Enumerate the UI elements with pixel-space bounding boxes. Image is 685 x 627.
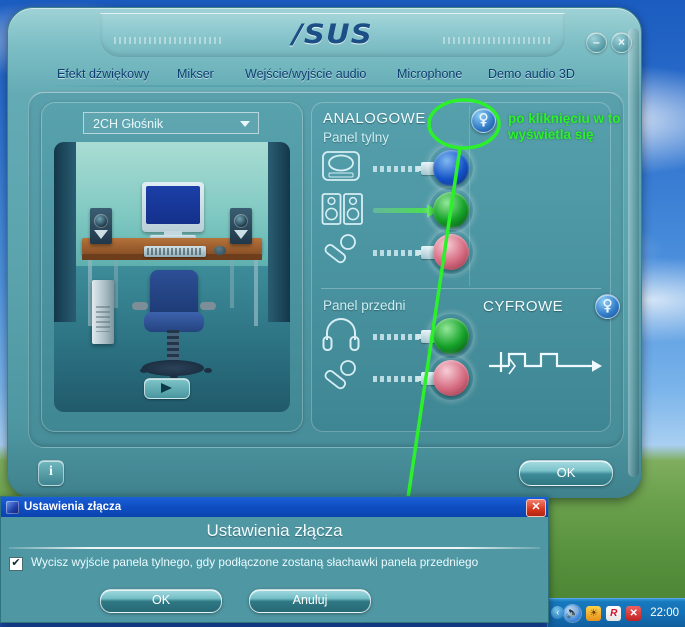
jack-row-mic-rear [321,234,471,276]
jack-ring [429,146,473,190]
speaker-sound-arrow [234,230,248,239]
monitor-icon [142,182,204,232]
chair-caster [204,368,212,373]
tab-mixer[interactable]: Mikser [168,63,223,85]
sun-icon[interactable]: ☀ [586,605,602,621]
dialog-heading: Ustawienia złącza [206,521,343,540]
content-frame: 2CH Głośnik ANALOGOWE Panel tylny Panel … [28,91,624,448]
avira-icon[interactable]: R [606,605,622,621]
jack-line-out-speakers[interactable] [433,192,469,228]
jack-row-line-in [321,150,471,192]
analog-section-title: ANALOGOWE [323,110,426,127]
jack-ring [429,356,473,400]
line-in-device-icon [321,150,365,186]
tab-demo-audio-3d[interactable]: Demo audio 3D [479,63,584,85]
chevron-down-icon [240,121,250,127]
minimize-button[interactable]: – [586,32,607,53]
wrench-icon [596,297,619,314]
speaker-config-value: 2CH Głośnik [93,117,164,131]
close-button[interactable]: × [611,32,632,53]
chair-caster [140,368,148,373]
speakers-icon [321,192,365,228]
title-plate: /SUS [100,13,565,57]
tab-audio-io[interactable]: Wejście/wyjście audio [236,63,375,85]
digital-waveform-icon [487,342,607,376]
asus-logo: /SUS [292,19,373,50]
dialog-ok-button[interactable]: OK [100,589,222,613]
front-panel-title: Panel przedni [323,298,406,313]
pane-horizontal-divider [321,288,601,289]
tab-bar: Efekt dźwiękowy Mikser Wejście/wyjście a… [8,63,641,87]
wrench-icon [472,111,495,128]
room-illustration [54,142,290,412]
cable-line-active [373,204,437,218]
speaker-sound-arrow [94,230,108,239]
jack-mic-in-front[interactable] [433,360,469,396]
system-tray: ‹ 🔊 ☀ R ✕ 22:00 [547,599,685,627]
connector-settings-dialog: Ustawienia złącza ✕ Ustawienia złącza ✔ … [0,496,549,623]
analog-connector-settings-button[interactable] [471,108,496,133]
window-titlebar: /SUS – × [8,8,641,60]
taskbar-clock[interactable]: 22:00 [646,607,679,619]
desk-leg-right-back [230,260,234,308]
chair-backrest [150,270,198,316]
dialog-titlebar-title: Ustawienia złącza [24,501,122,513]
room-left-wall [54,142,76,322]
jack-row-speakers [321,192,471,234]
speaker-left-icon [90,208,112,244]
room-right-wall [268,142,290,322]
speaker-cone [94,214,108,228]
speaker-cone [234,214,248,228]
application-icon [6,500,19,514]
speaker-config-dropdown[interactable]: 2CH Głośnik [83,112,259,134]
pc-tower-icon [92,280,114,344]
error-icon[interactable]: ✕ [626,605,642,621]
digital-section-title: CYFROWE [483,298,564,315]
chair-armrest-left [132,302,148,310]
desk-leg-left-back [114,260,118,308]
mute-rear-panel-label: Wycisz wyjście panela tylnego, gdy podłą… [31,555,479,569]
mouse-icon [214,246,226,255]
dialog-checkbox-row: ✔ Wycisz wyjście panela tylnego, gdy pod… [9,555,544,571]
volume-icon[interactable]: 🔊 [564,604,582,622]
dialog-heading-rule [9,547,540,549]
jack-headphone-out[interactable] [433,318,469,354]
jack-row-mic-front [321,360,471,402]
desk-leg-right [254,260,258,326]
keyboard-icon [144,246,206,257]
microphone-icon [321,360,365,396]
speaker-preview-pane: 2CH Głośnik [41,102,303,432]
dialog-cancel-button[interactable]: Anuluj [249,589,371,613]
jack-mic-in-rear[interactable] [433,234,469,270]
tab-underline [36,85,613,87]
speaker-right-icon [230,208,252,244]
mute-rear-panel-checkbox[interactable]: ✔ [9,557,23,571]
ok-button[interactable]: OK [519,460,613,486]
tab-microphone[interactable]: Microphone [388,63,471,85]
headphone-icon [321,318,365,354]
dialog-close-button[interactable]: ✕ [526,499,546,517]
chair-armrest-right [200,302,216,310]
dialog-titlebar: Ustawienia złącza ✕ [1,497,548,517]
jack-configuration-pane: ANALOGOWE Panel tylny Panel przedni CYFR… [311,102,620,432]
rear-panel-title: Panel tylny [323,130,390,145]
info-button[interactable]: i [38,460,64,486]
monitor-screen [146,186,200,224]
digital-connector-settings-button[interactable] [595,294,620,319]
jack-line-in[interactable] [433,150,469,186]
tray-expand-icon[interactable]: ‹ [551,606,565,619]
chair-seat [144,312,204,332]
jack-row-headphone [321,318,471,360]
jack-ring [429,230,473,274]
jack-ring [429,314,473,358]
tab-sound-effect[interactable]: Efekt dźwiękowy [48,63,158,85]
jack-ring [429,188,473,232]
chair-post [167,330,179,364]
asus-audio-window: /SUS – × Efekt dźwiękowy Mikser Wejście/… [7,7,642,498]
microphone-icon [321,234,365,270]
play-test-sound-button[interactable] [144,378,190,399]
play-icon [161,383,172,393]
